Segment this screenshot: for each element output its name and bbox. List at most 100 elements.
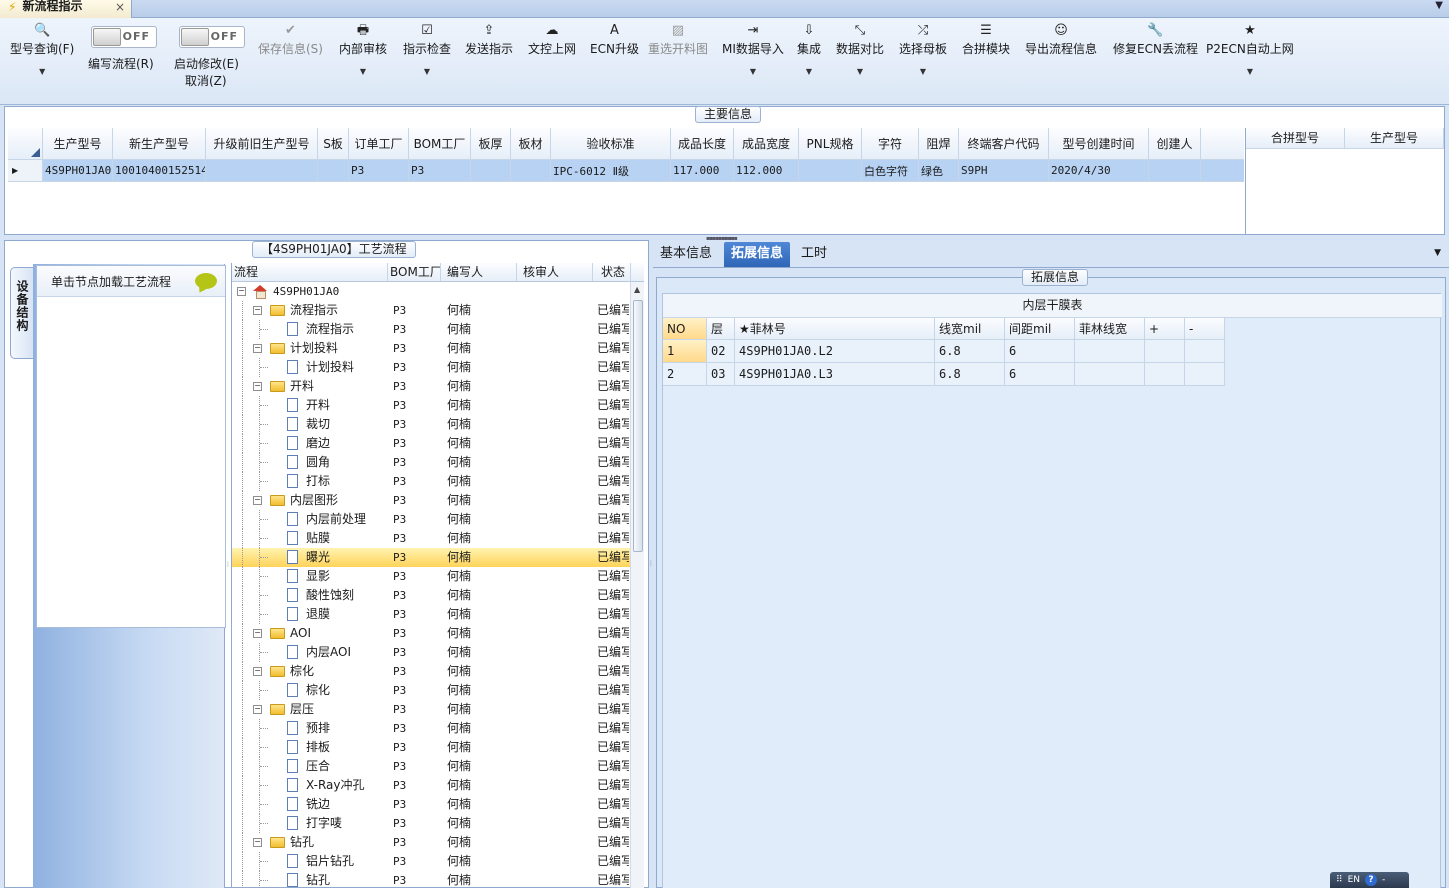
write-flow-toggle[interactable]: OFF [91, 26, 157, 48]
main-header-cell[interactable]: 订单工厂 [349, 128, 409, 159]
tree-header-cell[interactable]: 流程 [232, 263, 388, 281]
film-cell[interactable]: 4S9PH01JA0.L3 [735, 363, 935, 385]
tree-node[interactable]: −4S9PH01JA0 [232, 282, 388, 301]
main-header-cell[interactable]: 成品宽度 [734, 128, 799, 159]
tree-node[interactable]: − 开料 [232, 377, 388, 396]
tree-node[interactable]: 磨边 [232, 434, 388, 453]
integrate-button[interactable]: ⇩ 集成 ▼ [797, 22, 821, 76]
tree-row[interactable]: −流程指示 P3 何楠 已编写 [232, 301, 644, 320]
tree-node[interactable]: 内层AOI [232, 643, 388, 662]
tree-row[interactable]: 磨边 P3 何楠 已编写 [232, 434, 644, 453]
film-cell[interactable] [1185, 340, 1225, 362]
table-row[interactable]: 1 02 4S9PH01JA0.L2 6.8 6 [663, 340, 1225, 363]
film-cell[interactable]: 2 [663, 363, 707, 385]
film-cell[interactable]: 6 [1005, 340, 1075, 362]
collapse-toggle-icon[interactable]: − [253, 838, 262, 847]
film-cell[interactable] [1185, 363, 1225, 385]
tree-row[interactable]: −层压 P3 何楠 已编写 [232, 700, 644, 719]
collapse-toggle-icon[interactable]: − [253, 382, 262, 391]
tree-row[interactable]: 预排 P3 何楠 已编写 [232, 719, 644, 738]
film-header-cell[interactable]: 线宽mil [935, 318, 1005, 339]
collapse-toggle-icon[interactable]: − [237, 287, 246, 296]
collapse-toggle-icon[interactable]: − [253, 306, 262, 315]
collapse-toggle-icon[interactable]: − [253, 667, 262, 676]
table-row[interactable]: 2 03 4S9PH01JA0.L3 6.8 6 [663, 363, 1225, 386]
table-cell[interactable] [318, 160, 349, 181]
tree-row[interactable]: 铣边 P3 何楠 已编写 [232, 795, 644, 814]
table-cell[interactable]: 117.000 [671, 160, 734, 181]
collapse-toggle-icon[interactable]: − [253, 344, 262, 353]
tree-node[interactable]: − AOI [232, 624, 388, 643]
tree-node[interactable]: − 流程指示 [232, 301, 388, 320]
tree-row[interactable]: −AOI P3 何楠 已编写 [232, 624, 644, 643]
tree-node[interactable]: 曝光 [232, 548, 388, 567]
tree-row[interactable]: 排板 P3 何楠 已编写 [232, 738, 644, 757]
table-cell[interactable] [1149, 160, 1201, 181]
tree-node[interactable]: 打字唛 [232, 814, 388, 833]
tree-row[interactable]: −内层图形 P3 何楠 已编写 [232, 491, 644, 510]
table-cell[interactable]: 绿色 [919, 160, 959, 181]
table-cell[interactable]: 112.000 [734, 160, 799, 181]
collapse-toggle-icon[interactable]: − [253, 496, 262, 505]
film-header-cell[interactable]: NO [663, 318, 707, 339]
table-cell[interactable] [206, 160, 318, 181]
table-cell[interactable] [511, 160, 551, 181]
p2ecn-auto-online-button[interactable]: ★ P2ECN自动上网 ▼ [1206, 22, 1294, 76]
film-cell[interactable] [1075, 340, 1145, 362]
chevron-down-icon[interactable]: ▼ [836, 67, 884, 76]
chevron-down-icon[interactable]: ▼ [1434, 248, 1441, 258]
tree-node[interactable]: 棕化 [232, 681, 388, 700]
document-tab[interactable]: ⚡ 新流程指示 × [0, 0, 132, 18]
tree-row[interactable]: 酸性蚀刻 P3 何楠 已编写 [232, 586, 644, 605]
main-header-cell[interactable]: 终端客户代码 [959, 128, 1049, 159]
film-cell[interactable] [1075, 363, 1145, 385]
tree-row[interactable]: 开料 P3 何楠 已编写 [232, 396, 644, 415]
tree-node[interactable]: − 内层图形 [232, 491, 388, 510]
table-cell[interactable]: 白色字符 [862, 160, 919, 181]
save-info-button[interactable]: ✔ 保存信息(S) [258, 22, 323, 57]
film-header-cell[interactable]: 层 [707, 318, 735, 339]
tree-node[interactable]: 开料 [232, 396, 388, 415]
tab-basic-info[interactable]: 基本信息 [653, 242, 719, 267]
main-header-cell[interactable]: 新生产型号 [113, 128, 206, 159]
main-header-cell[interactable]: BOM工厂 [409, 128, 471, 159]
film-cell[interactable] [1145, 340, 1185, 362]
data-compare-button[interactable]: ⤡ 数据对比 ▼ [836, 22, 884, 76]
film-cell[interactable]: 1 [663, 340, 707, 362]
tree-row[interactable]: −开料 P3 何楠 已编写 [232, 377, 644, 396]
merge-header-cell[interactable]: 生产型号 [1345, 128, 1444, 148]
table-cell[interactable]: IPC-6012 Ⅱ级 [551, 160, 671, 181]
tree-row[interactable]: X-Ray冲孔 P3 何楠 已编写 [232, 776, 644, 795]
film-cell[interactable]: 4S9PH01JA0.L2 [735, 340, 935, 362]
mi-data-import-button[interactable]: ⇥ MI数据导入 ▼ [722, 22, 784, 76]
tree-node[interactable]: − 层压 [232, 700, 388, 719]
tree-row[interactable]: 曝光 P3 何楠 已编写 [232, 548, 644, 567]
tree-row[interactable]: 流程指示 P3 何楠 已编写 [232, 320, 644, 339]
tree-header-cell[interactable]: 编写人 [441, 263, 517, 281]
close-icon[interactable]: × [115, 0, 125, 14]
tree-node[interactable]: 贴膜 [232, 529, 388, 548]
reselect-cutting-chart-button[interactable]: ▨ 重选开料图 [648, 22, 708, 57]
tree-row[interactable]: 贴膜 P3 何楠 已编写 [232, 529, 644, 548]
main-header-cell[interactable]: 型号创建时间 [1049, 128, 1149, 159]
table-cell[interactable] [471, 160, 511, 181]
collapse-toggle-icon[interactable]: − [253, 629, 262, 638]
tree-row[interactable]: 显影 P3 何楠 已编写 [232, 567, 644, 586]
repair-ecn-flow-button[interactable]: 🔧 修复ECN丢流程 [1113, 22, 1198, 57]
tree-row[interactable]: 打字唛 P3 何楠 已编写 [232, 814, 644, 833]
chevron-down-icon[interactable]: ▼ [403, 67, 451, 76]
main-header-cell[interactable]: 字符 [862, 128, 919, 159]
film-header-cell[interactable]: ★菲林号 [735, 318, 935, 339]
main-header-cell[interactable]: 创建人 [1149, 128, 1201, 159]
side-tab-equipment-structure[interactable]: 设备结构 [10, 267, 35, 359]
tree-header-cell[interactable]: 核审人 [517, 263, 593, 281]
minimize-icon[interactable]: - [1382, 875, 1385, 885]
internal-review-button[interactable]: 🖶 内部审核 ▼ [339, 22, 387, 76]
chevron-down-icon[interactable]: ▼ [10, 67, 74, 76]
tree-row[interactable]: 计划投料 P3 何楠 已编写 [232, 358, 644, 377]
tree-node[interactable]: 排板 [232, 738, 388, 757]
ecn-upgrade-button[interactable]: A ECN升级 [590, 22, 639, 57]
tree-row[interactable]: 铝片钻孔 P3 何楠 已编写 [232, 852, 644, 871]
tree-scrollbar[interactable]: ▲ [630, 282, 644, 888]
table-cell[interactable] [799, 160, 862, 181]
